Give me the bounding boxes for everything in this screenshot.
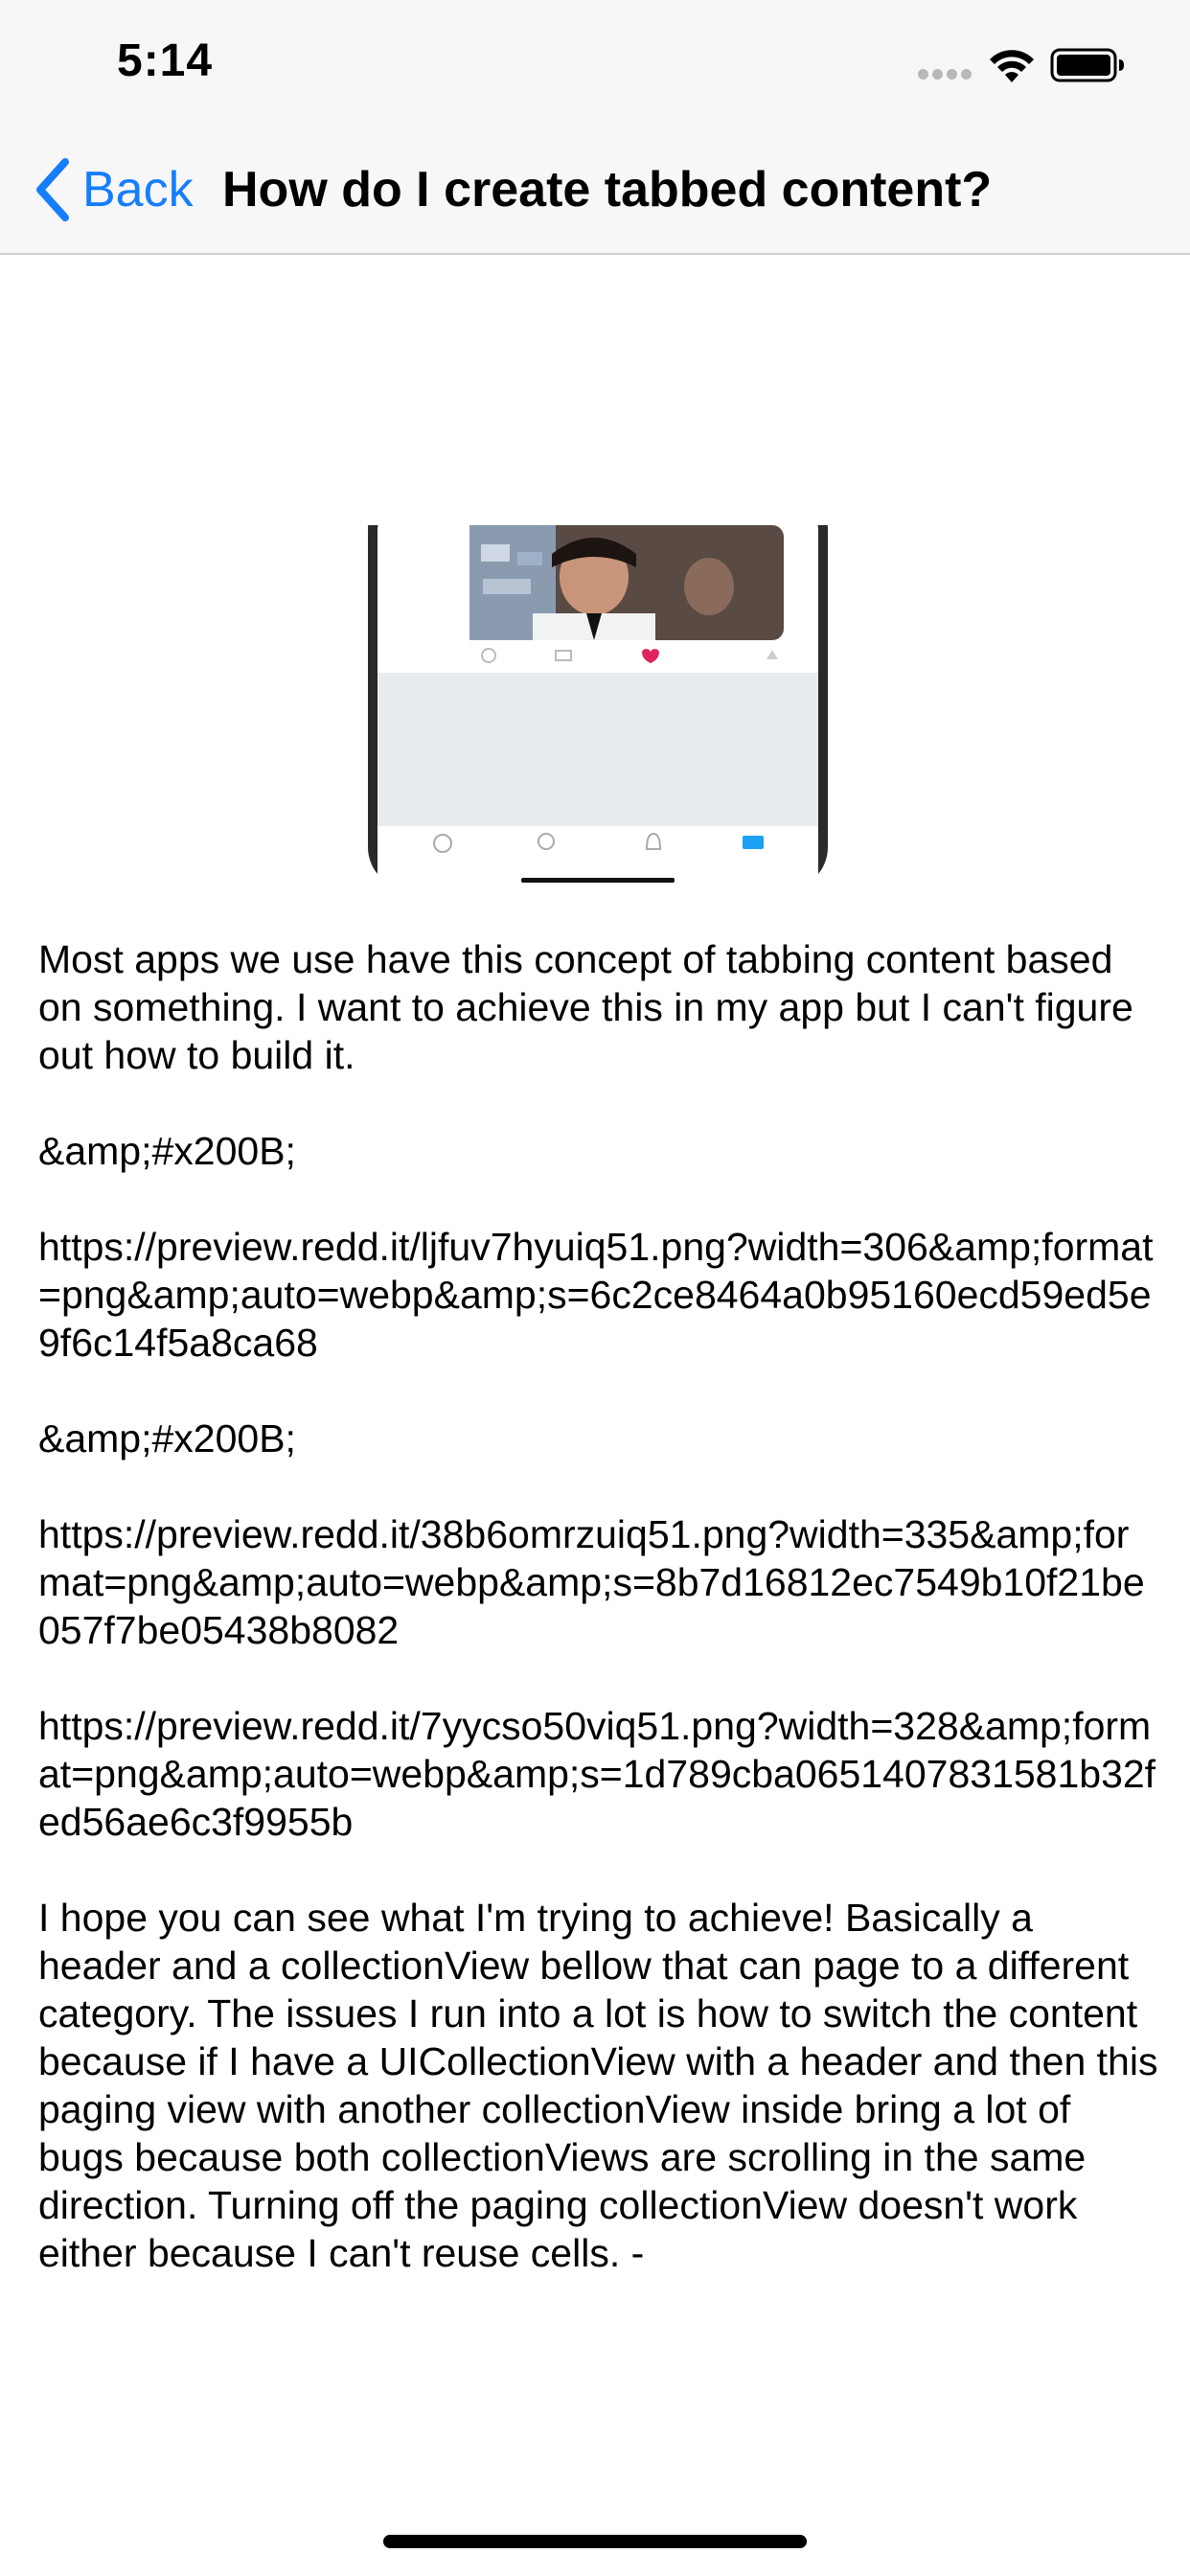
- post-paragraph: Most apps we use have this concept of ta…: [38, 937, 1133, 1077]
- navigation-bar: Back How do I create tabbed content?: [0, 126, 1190, 253]
- chevron-left-icon: [36, 158, 69, 221]
- signal-dots-icon: [918, 69, 975, 82]
- back-label: Back: [82, 162, 194, 218]
- battery-icon: [1050, 48, 1124, 82]
- status-bar: 5:14: [0, 0, 1190, 126]
- post-paragraph: &amp;#x200B;: [38, 1129, 296, 1173]
- post-image[interactable]: [364, 525, 832, 893]
- status-time: 5:14: [117, 35, 214, 86]
- back-button[interactable]: Back: [31, 155, 194, 224]
- post-body: Most apps we use have this concept of ta…: [38, 935, 1159, 2325]
- post-link-text: https://preview.redd.it/7yycso50viq51.pn…: [38, 1704, 1156, 1844]
- post-paragraph: &amp;#x200B;: [38, 1416, 296, 1460]
- phone-screenshot-image: [368, 525, 828, 893]
- top-bar: 5:14 Back How do I create tabbed content…: [0, 0, 1190, 255]
- home-indicator[interactable]: [383, 2535, 807, 2548]
- post-paragraph: I hope you can see what I'm trying to ac…: [38, 1896, 1158, 2275]
- post-link-text: https://preview.redd.it/ljfuv7hyuiq51.pn…: [38, 1225, 1154, 1365]
- wifi-icon: [990, 50, 1034, 82]
- page-title: How do I create tabbed content?: [222, 162, 993, 218]
- post-link-text: https://preview.redd.it/38b6omrzuiq51.pn…: [38, 1512, 1145, 1652]
